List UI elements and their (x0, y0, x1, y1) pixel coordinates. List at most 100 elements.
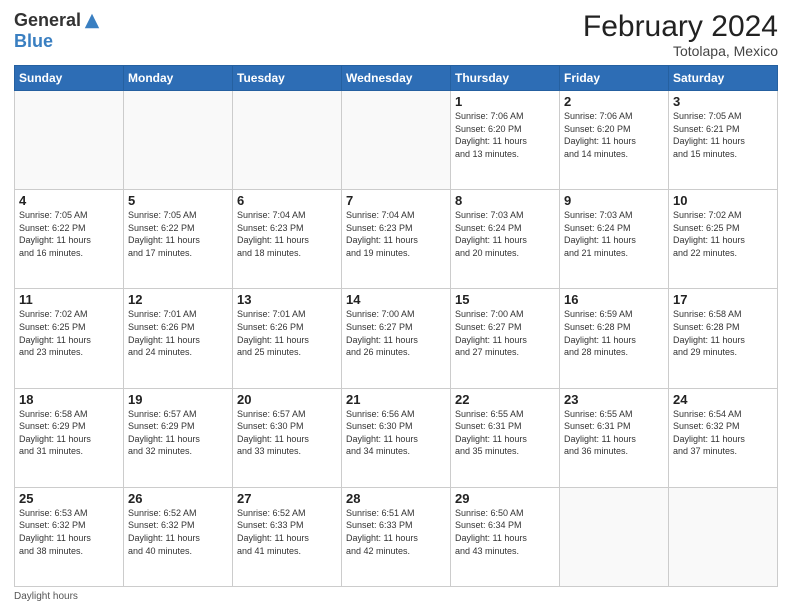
calendar-cell: 3Sunrise: 7:05 AM Sunset: 6:21 PM Daylig… (669, 91, 778, 190)
header: General Blue February 2024 Totolapa, Mex… (14, 10, 778, 59)
calendar-cell (124, 91, 233, 190)
calendar-cell: 7Sunrise: 7:04 AM Sunset: 6:23 PM Daylig… (342, 190, 451, 289)
logo: General Blue (14, 10, 101, 52)
calendar-cell (233, 91, 342, 190)
day-info: Sunrise: 7:01 AM Sunset: 6:26 PM Dayligh… (128, 308, 228, 358)
day-info: Sunrise: 7:05 AM Sunset: 6:22 PM Dayligh… (128, 209, 228, 259)
day-info: Sunrise: 7:06 AM Sunset: 6:20 PM Dayligh… (455, 110, 555, 160)
day-number: 6 (237, 193, 337, 208)
day-number: 8 (455, 193, 555, 208)
calendar-cell: 24Sunrise: 6:54 AM Sunset: 6:32 PM Dayli… (669, 388, 778, 487)
col-header-saturday: Saturday (669, 66, 778, 91)
day-number: 23 (564, 392, 664, 407)
calendar-cell: 19Sunrise: 6:57 AM Sunset: 6:29 PM Dayli… (124, 388, 233, 487)
calendar-table: SundayMondayTuesdayWednesdayThursdayFrid… (14, 65, 778, 587)
day-info: Sunrise: 6:58 AM Sunset: 6:29 PM Dayligh… (19, 408, 119, 458)
calendar-cell (342, 91, 451, 190)
day-number: 22 (455, 392, 555, 407)
day-info: Sunrise: 6:57 AM Sunset: 6:30 PM Dayligh… (237, 408, 337, 458)
calendar-cell: 17Sunrise: 6:58 AM Sunset: 6:28 PM Dayli… (669, 289, 778, 388)
title-block: February 2024 Totolapa, Mexico (583, 10, 778, 59)
day-number: 26 (128, 491, 228, 506)
day-number: 27 (237, 491, 337, 506)
page: General Blue February 2024 Totolapa, Mex… (0, 0, 792, 612)
day-info: Sunrise: 6:54 AM Sunset: 6:32 PM Dayligh… (673, 408, 773, 458)
day-info: Sunrise: 7:02 AM Sunset: 6:25 PM Dayligh… (19, 308, 119, 358)
main-title: February 2024 (583, 10, 778, 43)
col-header-wednesday: Wednesday (342, 66, 451, 91)
day-number: 17 (673, 292, 773, 307)
week-row-3: 11Sunrise: 7:02 AM Sunset: 6:25 PM Dayli… (15, 289, 778, 388)
calendar-cell: 20Sunrise: 6:57 AM Sunset: 6:30 PM Dayli… (233, 388, 342, 487)
col-header-friday: Friday (560, 66, 669, 91)
calendar-cell: 9Sunrise: 7:03 AM Sunset: 6:24 PM Daylig… (560, 190, 669, 289)
calendar-cell: 15Sunrise: 7:00 AM Sunset: 6:27 PM Dayli… (451, 289, 560, 388)
day-info: Sunrise: 7:00 AM Sunset: 6:27 PM Dayligh… (346, 308, 446, 358)
day-info: Sunrise: 7:04 AM Sunset: 6:23 PM Dayligh… (346, 209, 446, 259)
logo-text: General (14, 10, 101, 31)
calendar-cell: 27Sunrise: 6:52 AM Sunset: 6:33 PM Dayli… (233, 487, 342, 586)
day-number: 11 (19, 292, 119, 307)
col-header-monday: Monday (124, 66, 233, 91)
day-number: 13 (237, 292, 337, 307)
day-info: Sunrise: 6:52 AM Sunset: 6:33 PM Dayligh… (237, 507, 337, 557)
calendar-cell (669, 487, 778, 586)
calendar-cell: 14Sunrise: 7:00 AM Sunset: 6:27 PM Dayli… (342, 289, 451, 388)
calendar-header-row: SundayMondayTuesdayWednesdayThursdayFrid… (15, 66, 778, 91)
day-info: Sunrise: 7:06 AM Sunset: 6:20 PM Dayligh… (564, 110, 664, 160)
day-number: 16 (564, 292, 664, 307)
day-info: Sunrise: 6:57 AM Sunset: 6:29 PM Dayligh… (128, 408, 228, 458)
day-info: Sunrise: 6:58 AM Sunset: 6:28 PM Dayligh… (673, 308, 773, 358)
day-info: Sunrise: 7:01 AM Sunset: 6:26 PM Dayligh… (237, 308, 337, 358)
day-number: 10 (673, 193, 773, 208)
day-info: Sunrise: 7:03 AM Sunset: 6:24 PM Dayligh… (564, 209, 664, 259)
day-number: 24 (673, 392, 773, 407)
day-number: 20 (237, 392, 337, 407)
day-number: 1 (455, 94, 555, 109)
day-info: Sunrise: 6:50 AM Sunset: 6:34 PM Dayligh… (455, 507, 555, 557)
day-info: Sunrise: 7:02 AM Sunset: 6:25 PM Dayligh… (673, 209, 773, 259)
day-number: 2 (564, 94, 664, 109)
day-number: 15 (455, 292, 555, 307)
col-header-thursday: Thursday (451, 66, 560, 91)
logo-icon (83, 12, 101, 30)
day-info: Sunrise: 7:05 AM Sunset: 6:22 PM Dayligh… (19, 209, 119, 259)
calendar-cell: 21Sunrise: 6:56 AM Sunset: 6:30 PM Dayli… (342, 388, 451, 487)
calendar-cell: 6Sunrise: 7:04 AM Sunset: 6:23 PM Daylig… (233, 190, 342, 289)
day-number: 29 (455, 491, 555, 506)
day-number: 9 (564, 193, 664, 208)
calendar-cell: 29Sunrise: 6:50 AM Sunset: 6:34 PM Dayli… (451, 487, 560, 586)
col-header-sunday: Sunday (15, 66, 124, 91)
calendar-cell: 2Sunrise: 7:06 AM Sunset: 6:20 PM Daylig… (560, 91, 669, 190)
calendar-cell: 28Sunrise: 6:51 AM Sunset: 6:33 PM Dayli… (342, 487, 451, 586)
day-info: Sunrise: 6:55 AM Sunset: 6:31 PM Dayligh… (564, 408, 664, 458)
day-number: 4 (19, 193, 119, 208)
col-header-tuesday: Tuesday (233, 66, 342, 91)
calendar-cell: 22Sunrise: 6:55 AM Sunset: 6:31 PM Dayli… (451, 388, 560, 487)
calendar-cell: 8Sunrise: 7:03 AM Sunset: 6:24 PM Daylig… (451, 190, 560, 289)
logo-blue: Blue (14, 31, 53, 52)
calendar-cell: 5Sunrise: 7:05 AM Sunset: 6:22 PM Daylig… (124, 190, 233, 289)
week-row-4: 18Sunrise: 6:58 AM Sunset: 6:29 PM Dayli… (15, 388, 778, 487)
day-number: 28 (346, 491, 446, 506)
calendar-cell: 25Sunrise: 6:53 AM Sunset: 6:32 PM Dayli… (15, 487, 124, 586)
calendar-cell: 11Sunrise: 7:02 AM Sunset: 6:25 PM Dayli… (15, 289, 124, 388)
day-info: Sunrise: 6:55 AM Sunset: 6:31 PM Dayligh… (455, 408, 555, 458)
calendar-cell (560, 487, 669, 586)
day-number: 5 (128, 193, 228, 208)
day-number: 7 (346, 193, 446, 208)
footer: Daylight hours (14, 591, 778, 602)
day-info: Sunrise: 7:00 AM Sunset: 6:27 PM Dayligh… (455, 308, 555, 358)
calendar-cell: 26Sunrise: 6:52 AM Sunset: 6:32 PM Dayli… (124, 487, 233, 586)
calendar-cell: 16Sunrise: 6:59 AM Sunset: 6:28 PM Dayli… (560, 289, 669, 388)
subtitle: Totolapa, Mexico (583, 43, 778, 59)
calendar-cell: 1Sunrise: 7:06 AM Sunset: 6:20 PM Daylig… (451, 91, 560, 190)
week-row-2: 4Sunrise: 7:05 AM Sunset: 6:22 PM Daylig… (15, 190, 778, 289)
calendar-cell: 12Sunrise: 7:01 AM Sunset: 6:26 PM Dayli… (124, 289, 233, 388)
day-number: 25 (19, 491, 119, 506)
day-info: Sunrise: 6:59 AM Sunset: 6:28 PM Dayligh… (564, 308, 664, 358)
calendar-cell (15, 91, 124, 190)
calendar-cell: 18Sunrise: 6:58 AM Sunset: 6:29 PM Dayli… (15, 388, 124, 487)
day-number: 19 (128, 392, 228, 407)
week-row-1: 1Sunrise: 7:06 AM Sunset: 6:20 PM Daylig… (15, 91, 778, 190)
